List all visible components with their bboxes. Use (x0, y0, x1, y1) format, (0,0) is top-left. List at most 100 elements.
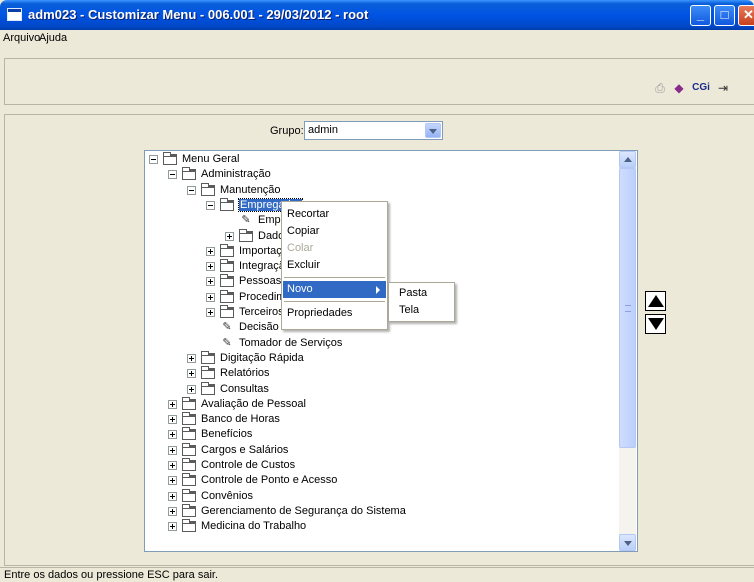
tree-node-label: Menu Geral (182, 153, 240, 165)
folder-icon (182, 427, 196, 441)
tree-node-label: Cargos e Salários (201, 443, 289, 456)
folder-open-icon (220, 197, 234, 211)
expand-plus-icon[interactable] (206, 292, 215, 302)
menu-ajuda[interactable]: Ajuda (39, 32, 67, 44)
tree-node-label: Convênios (201, 489, 253, 502)
folder-icon (201, 381, 215, 395)
grupo-label: Grupo: (270, 125, 304, 137)
scroll-up-icon[interactable] (619, 151, 636, 168)
folder-icon (201, 350, 215, 364)
context-item-novo[interactable]: Novo (283, 281, 386, 298)
expand-plus-icon[interactable] (187, 384, 196, 394)
window-title: adm023 - Customizar Menu - 006.001 - 29/… (28, 7, 369, 22)
context-item-copiar[interactable]: Copiar (283, 223, 386, 240)
tree-node-label: Gerenciamento de Segurança do Sistema (201, 504, 406, 517)
folder-icon (182, 488, 196, 502)
tree-node-label: Tomador de Serviços (239, 336, 343, 349)
maximize-icon[interactable]: □ (714, 5, 735, 26)
title-bar[interactable]: adm023 - Customizar Menu - 006.001 - 29/… (0, 0, 754, 30)
context-item-colar: Colar (287, 242, 314, 254)
folder-icon (220, 305, 234, 318)
expand-plus-icon[interactable] (206, 262, 215, 272)
expand-plus-icon[interactable] (168, 445, 177, 455)
folder-icon (182, 412, 196, 426)
expand-plus-icon[interactable] (168, 491, 177, 501)
status-text: Entre os dados ou pressione ESC para sai… (4, 569, 219, 581)
folder-icon (220, 274, 234, 288)
folder-icon (201, 182, 215, 196)
move-down-icon[interactable] (645, 314, 666, 334)
tree-node-label: Pessoas (239, 275, 282, 288)
folder-icon (220, 289, 234, 303)
scroll-thumb[interactable] (619, 168, 636, 448)
expand-plus-icon[interactable] (168, 476, 177, 486)
cgi-logo[interactable]: CGi (690, 80, 712, 96)
scroll-down-icon[interactable] (619, 534, 636, 551)
menu-bar: Arquivo Ajuda (0, 30, 754, 48)
close-icon[interactable]: ✕ (738, 5, 754, 26)
tree-node-label: Avaliação de Pessoal (201, 397, 306, 410)
status-bar: Entre os dados ou pressione ESC para sai… (0, 567, 754, 582)
menu-separator (284, 301, 385, 302)
submenu-item-tela[interactable]: Tela (399, 304, 419, 316)
minimize-icon[interactable]: _ (690, 5, 711, 26)
expand-plus-icon[interactable] (225, 231, 234, 241)
expand-plus-icon[interactable] (206, 246, 215, 256)
folder-icon (220, 259, 234, 273)
expand-plus-icon[interactable] (206, 277, 215, 287)
menu-arquivo[interactable]: Arquivo (3, 32, 40, 44)
folder-icon (182, 396, 196, 410)
move-up-icon[interactable] (645, 291, 666, 311)
folder-icon (182, 519, 196, 533)
expand-plus-icon[interactable] (168, 461, 177, 470)
expand-plus-icon[interactable] (168, 522, 177, 532)
screen-item-icon: ✎ (241, 214, 251, 227)
app-window-icon (7, 8, 22, 21)
collapse-minus-icon[interactable] (187, 185, 196, 195)
expand-plus-icon[interactable] (187, 369, 196, 379)
submenu-item-pasta[interactable]: Pasta (399, 287, 427, 299)
folder-icon (182, 442, 196, 456)
eraser-icon[interactable]: ◆ (671, 80, 687, 96)
context-menu: Recortar Copiar Colar Excluir Novo Propriedad… (281, 201, 388, 330)
tree-scrollbar[interactable] (619, 151, 636, 551)
folder-icon (163, 152, 177, 165)
folder-icon (182, 503, 196, 517)
screen-item-icon: ✎ (222, 321, 232, 334)
menu-separator (284, 277, 385, 278)
folder-icon (220, 243, 234, 257)
exit-door-icon[interactable]: ⇥ (715, 80, 731, 96)
tree-node-label: Controle de Custos (201, 459, 296, 471)
printer-icon[interactable]: ⎙ (652, 80, 668, 96)
menu-tree[interactable]: Menu Geral Administração Manutenção Emprega… (144, 150, 638, 552)
collapse-minus-icon[interactable] (168, 170, 177, 180)
scroll-grip-icon (625, 305, 631, 312)
tree-node-label: Terceiros (239, 306, 284, 318)
expand-plus-icon[interactable] (168, 399, 177, 409)
tree-node-label: Banco de Horas (201, 413, 280, 426)
context-item-excluir[interactable]: Excluir (283, 257, 386, 274)
expand-plus-icon[interactable] (187, 353, 196, 363)
expand-plus-icon[interactable] (168, 430, 177, 440)
expand-plus-icon[interactable] (168, 506, 177, 516)
grupo-select[interactable]: admin (304, 121, 443, 140)
tree-node-label: Administração (201, 168, 271, 181)
tree-node-label: Controle de Ponto e Acesso (201, 474, 338, 487)
collapse-minus-icon[interactable] (206, 200, 215, 210)
context-item-recortar[interactable]: Recortar (283, 206, 386, 223)
folder-icon (239, 228, 253, 242)
folder-icon (182, 458, 196, 471)
folder-icon (182, 473, 196, 487)
novo-submenu: Pasta Tela (388, 282, 455, 322)
tree-node-label: Relatórios (220, 367, 270, 380)
app-window: adm023 - Customizar Menu - 006.001 - 29/… (0, 0, 754, 582)
expand-plus-icon[interactable] (168, 415, 177, 425)
expand-plus-icon[interactable] (206, 308, 215, 317)
toolbar-panel (4, 58, 754, 105)
context-item-propriedades[interactable]: Propriedades (283, 305, 386, 322)
collapse-minus-icon[interactable] (149, 155, 158, 164)
tree-node-label: Manutenção (220, 183, 281, 196)
chevron-down-icon[interactable] (425, 123, 441, 138)
folder-icon (201, 366, 215, 380)
tree-node-label: Benefícios (201, 428, 253, 441)
